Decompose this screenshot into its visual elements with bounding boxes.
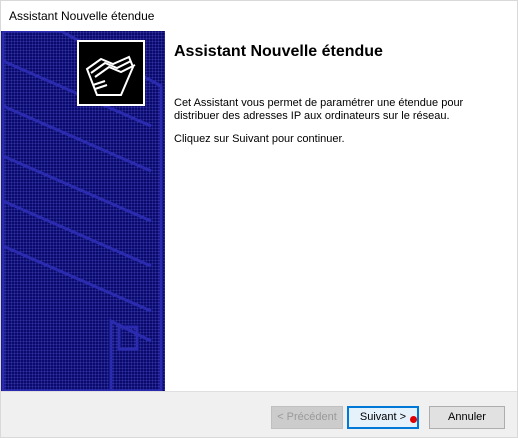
- page-title: Assistant Nouvelle étendue: [174, 43, 383, 60]
- wizard-banner: [1, 31, 165, 391]
- button-bar: < Précédent Suivant > Annuler: [1, 391, 517, 437]
- pointer-dot-icon: [410, 416, 417, 423]
- continue-instruction: Cliquez sur Suivant pour continuer.: [174, 133, 345, 145]
- wizard-content: Assistant Nouvelle étendue Cet Assistant…: [165, 31, 517, 391]
- title-bar[interactable]: Assistant Nouvelle étendue: [1, 1, 517, 31]
- cancel-button[interactable]: Annuler: [429, 406, 505, 429]
- next-button[interactable]: Suivant >: [347, 406, 419, 429]
- previous-button[interactable]: < Précédent: [271, 406, 343, 429]
- window-title: Assistant Nouvelle étendue: [9, 9, 155, 23]
- folders-icon: [77, 40, 145, 106]
- banner-graphic: [1, 31, 163, 391]
- description-text: Cet Assistant vous permet de paramétrer …: [174, 97, 464, 122]
- wizard-window: Assistant Nouvelle étendue Assistant Nou…: [0, 0, 518, 438]
